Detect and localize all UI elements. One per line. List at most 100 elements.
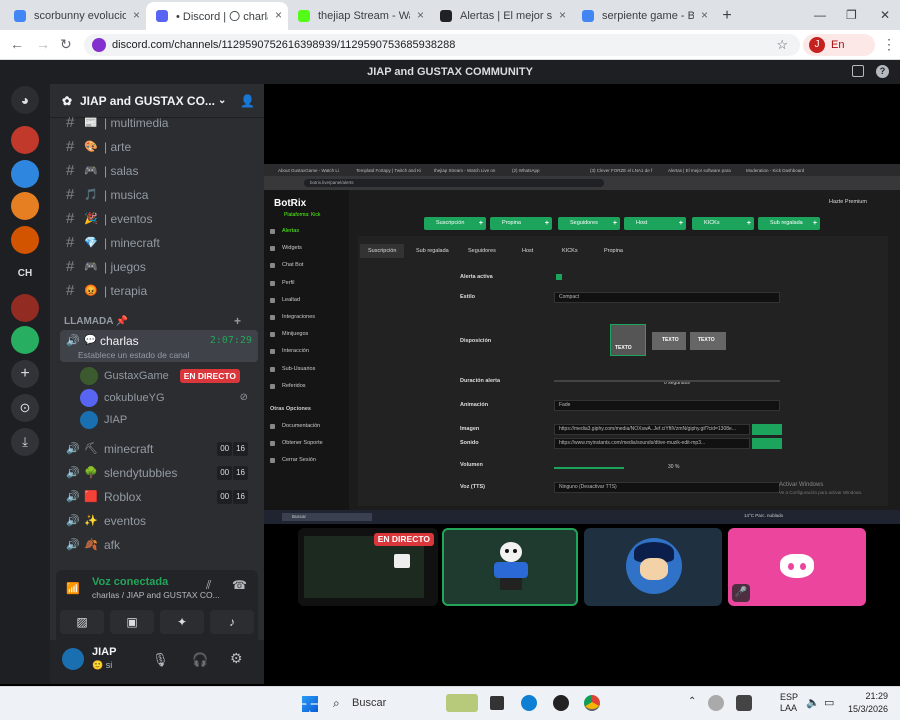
disconnect-icon[interactable]: ☎	[232, 578, 247, 592]
add-server-icon[interactable]: +	[11, 360, 39, 388]
botrix-menu-item[interactable]: Lealtad	[270, 295, 300, 305]
botrix-menu-item[interactable]: Sub-Usuarios	[270, 364, 315, 374]
inbox-icon[interactable]	[852, 65, 864, 77]
tab-close-icon[interactable]: ×	[133, 8, 140, 22]
profile-button[interactable]: J En pausa	[803, 34, 875, 73]
text-channel[interactable]: # 🎨 | arte	[60, 136, 258, 158]
alert-type-button[interactable]: Suscripción +	[424, 217, 486, 230]
clock-date[interactable]: 15/3/2026	[836, 704, 888, 714]
tab-close-icon[interactable]: ×	[417, 8, 424, 22]
field-input[interactable]: https://media3.giphy.com/media/NOXswA..J…	[554, 424, 750, 435]
browser-tab[interactable]: thejiap Stream - Watch Li ×	[288, 2, 430, 30]
upload-button[interactable]	[752, 438, 782, 449]
channel-status-placeholder[interactable]: Establece un estado de canal	[78, 344, 190, 366]
botrix-menu-item[interactable]: Perfil	[270, 278, 295, 288]
tray-app-icon[interactable]	[708, 695, 724, 711]
server-icon-ch[interactable]: CH	[11, 260, 39, 288]
tray-app-icon-2[interactable]	[736, 695, 752, 711]
explore-icon[interactable]: ⊙	[11, 394, 39, 422]
voice-channel[interactable]: 🔊 🟥 Roblox 00 16	[60, 486, 258, 508]
minimize-icon[interactable]: —	[814, 8, 826, 22]
download-icon[interactable]: ⤓	[11, 428, 39, 456]
app-icon[interactable]	[553, 695, 569, 711]
shared-screen[interactable]: About GustaxGame - Watch Li Templatd Fort…	[264, 164, 900, 524]
discord-home-icon[interactable]: ◕	[11, 86, 39, 114]
task-view-icon[interactable]	[490, 696, 504, 710]
field-input[interactable]: Compact	[554, 292, 780, 303]
voice-channel-link[interactable]: charlas / JIAP and GUSTAX CO...	[92, 590, 220, 600]
voice-channel[interactable]: 🔊 ⛏ minecraft 00 16	[60, 438, 258, 460]
noise-suppression-icon[interactable]: ⫽	[206, 578, 211, 593]
microphone-icon[interactable]: 🎙	[152, 652, 169, 668]
text-channel[interactable]: # 🎮 | juegos	[60, 256, 258, 278]
headphones-icon[interactable]: 🎧	[192, 652, 208, 668]
browser-tab[interactable]: Alertas | El mejor softwar ×	[430, 2, 572, 30]
settings-gear-icon[interactable]: ⚙	[230, 650, 243, 667]
panel-tab[interactable]: Sub regalada	[408, 244, 457, 258]
alert-type-button[interactable]: Seguidores +	[558, 217, 620, 230]
upload-button[interactable]	[752, 424, 782, 435]
bookmark-star-icon[interactable]: ☆	[776, 34, 788, 56]
text-channel[interactable]: # 📰 | multimedia	[60, 112, 258, 134]
language-indicator[interactable]: ESP	[780, 692, 798, 702]
alert-type-button[interactable]: Sub regalada +	[758, 217, 820, 230]
botrix-other-item[interactable]: Obtener Soporte	[270, 438, 323, 448]
browser-tab[interactable]: scorbunny evolucion - Bu ×	[4, 2, 146, 30]
tab-close-icon[interactable]: ×	[559, 8, 566, 22]
forward-icon[interactable]: →	[36, 36, 50, 52]
panel-tab[interactable]: KICKs	[554, 244, 586, 258]
server-icon-5[interactable]	[11, 294, 39, 322]
botrix-menu-item[interactable]: Widgets	[270, 243, 302, 253]
text-channel[interactable]: # 😡 | terapia	[60, 280, 258, 302]
botrix-menu-item[interactable]: Referidos	[270, 381, 306, 391]
alert-active-checkbox[interactable]	[556, 274, 562, 280]
voice-user[interactable]: JIAP	[80, 409, 258, 431]
tile-speaking-user[interactable]	[442, 528, 578, 606]
tile-jiap[interactable]	[584, 528, 722, 606]
server-icon-3[interactable]	[11, 192, 39, 220]
activities-button[interactable]: ✦	[160, 610, 204, 634]
camera-off-button[interactable]: ▨	[60, 610, 104, 634]
close-window-icon[interactable]: ✕	[880, 8, 890, 22]
back-icon[interactable]: ←	[10, 36, 24, 52]
taskbar-search-text[interactable]: Buscar	[352, 697, 386, 709]
botrix-menu-item[interactable]: Interacción	[270, 346, 309, 356]
edge-icon[interactable]	[521, 695, 537, 711]
layout-option-3[interactable]: TEXTO	[690, 332, 726, 350]
reload-icon[interactable]: ↻	[60, 36, 72, 53]
windows-start-icon[interactable]	[302, 696, 318, 712]
layout-option-1[interactable]: TEXTO	[610, 324, 646, 356]
text-channel[interactable]: # 💎 | minecraft	[60, 232, 258, 254]
panel-tab[interactable]: Suscripción	[360, 244, 405, 258]
botrix-menu-item[interactable]: Minijuegos	[270, 329, 308, 339]
field-input[interactable]: https://www.myinstants.com/media/sounds/…	[554, 438, 750, 449]
chrome-icon[interactable]	[584, 695, 600, 711]
layout-option-2[interactable]: TEXTO	[652, 332, 686, 350]
tile-cokubueyg[interactable]: 🎤	[728, 528, 866, 606]
soundboard-button[interactable]: ♪	[210, 610, 254, 634]
panel-tab[interactable]: Host	[514, 244, 541, 258]
site-info-icon[interactable]	[92, 38, 106, 52]
language-indicator-sub[interactable]: LAA	[780, 703, 797, 713]
server-icon-4[interactable]	[11, 226, 39, 254]
maximize-icon[interactable]: ❐	[846, 8, 857, 22]
botrix-menu-item[interactable]: Integraciones	[270, 312, 315, 322]
tab-close-icon[interactable]: ×	[275, 8, 282, 22]
menu-kebab-icon[interactable]: ⋮	[882, 36, 896, 53]
screen-share-button[interactable]: ▣	[110, 610, 154, 634]
new-tab-button[interactable]: +	[714, 2, 740, 30]
browser-tab[interactable]: serpiente game - Buscar ×	[572, 2, 714, 30]
botrix-menu-item[interactable]: Alertas	[270, 226, 299, 236]
battery-icon[interactable]: ▭	[824, 696, 834, 709]
text-channel[interactable]: # 🎉 | eventos	[60, 208, 258, 230]
tray-chevron-icon[interactable]: ⌃	[688, 696, 696, 707]
help-icon[interactable]: ?	[876, 65, 889, 78]
volume-icon[interactable]: 🔈	[806, 696, 820, 709]
voice-channel[interactable]: 🔊 ✨ eventos	[60, 510, 258, 532]
botrix-other-item[interactable]: Cerrar Sesión	[270, 455, 316, 465]
premium-link[interactable]: Hazte Premium	[829, 199, 867, 205]
voice-channel[interactable]: 🔊 🍂 afk	[60, 534, 258, 556]
user-avatar[interactable]	[62, 648, 84, 670]
tile-gustaxgame-stream[interactable]: EN DIRECTO	[298, 528, 438, 606]
alert-type-button[interactable]: Host +	[624, 217, 686, 230]
